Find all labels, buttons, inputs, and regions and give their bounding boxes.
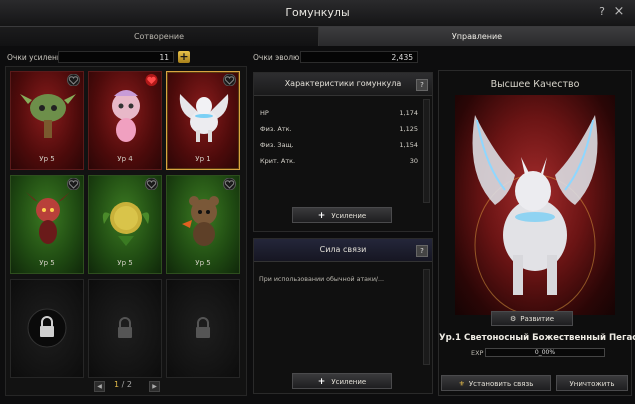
pegasus-icon (174, 84, 234, 146)
locked-slot[interactable] (10, 279, 84, 378)
evolution-points-value: 2,435 (300, 51, 418, 63)
stat-row-phys-atk: Физ. Атк. 1,125 (260, 125, 418, 137)
slot-level: Ур 4 (117, 155, 133, 163)
pager: ◀ 1 / 2 ▶ (6, 379, 246, 393)
homunculus-slot[interactable]: Ур 4 (88, 71, 162, 170)
set-bond-label: Установить связь (468, 380, 534, 388)
treant-icon (18, 84, 78, 146)
lock-icon (115, 316, 135, 341)
slot-level: Ур 5 (39, 155, 55, 163)
favorite-filled-icon[interactable] (145, 74, 158, 86)
stat-value: 1,125 (399, 125, 418, 133)
lock-icon (193, 316, 213, 341)
stats-panel: Характеристики гомункула ? HP 1,174 Физ.… (253, 72, 433, 232)
seed-icon (96, 188, 156, 250)
stat-value: 1,174 (399, 109, 418, 117)
bond-description: При использовании обычной атаки/... (259, 276, 385, 283)
next-page-button[interactable]: ▶ (149, 381, 160, 392)
bond-enhance-label: Усиление (331, 378, 367, 386)
stats-enhance-label: Усиление (331, 212, 367, 220)
homunculus-slot[interactable]: Ур 5 (166, 175, 240, 274)
homunculus-list-panel: Ур 5 Ур 4 Ур 1 Ур 5 Ур 5 Ур 5 ◀ 1 / 2 ▶ (5, 66, 247, 396)
favorite-icon[interactable] (67, 73, 80, 87)
tab-creation[interactable]: Сотворение (0, 27, 319, 46)
bond-icon: ⚜ (458, 380, 465, 388)
exp-bar: 0_00% (485, 348, 605, 357)
exp-label: EXP (471, 349, 484, 357)
slot-level: Ур 1 (195, 155, 211, 163)
evolve-button[interactable]: ⚙ Развитие (491, 311, 573, 326)
homunculus-name: Ур.1 Светоносный Божественный Пегас (439, 333, 635, 343)
stat-row-phys-def: Физ. Защ. 1,154 (260, 141, 418, 153)
slot-level: Ур 5 (39, 259, 55, 267)
stat-label: Крит. Атк. (260, 157, 296, 165)
stats-panel-header: Характеристики гомункула ? (254, 73, 432, 96)
evolve-gear-icon: ⚙ (509, 315, 517, 323)
locked-slot[interactable] (88, 279, 162, 378)
slot-level: Ур 5 (195, 259, 211, 267)
stat-row-crit-atk: Крит. Атк. 30 (260, 157, 418, 169)
bond-panel-title: Сила связи (319, 245, 367, 254)
homunculus-slot[interactable]: Ур 5 (88, 175, 162, 274)
total-pages: 2 (126, 380, 132, 389)
bear-icon (174, 188, 234, 250)
stat-label: Физ. Защ. (260, 141, 294, 149)
favorite-icon[interactable] (145, 177, 158, 191)
close-button[interactable]: × (612, 4, 626, 20)
homunculus-slot[interactable]: Ур 5 (10, 175, 84, 274)
locked-slot[interactable] (166, 279, 240, 378)
exp-value: 0_00% (534, 349, 556, 356)
page-separator: / (121, 380, 125, 389)
stat-row-hp: HP 1,174 (260, 109, 418, 121)
stats-help-button[interactable]: ? (416, 79, 428, 91)
homunculus-slot[interactable]: Ур 1 (166, 71, 240, 170)
stat-label: Физ. Атк. (260, 125, 292, 133)
set-bond-button[interactable]: ⚜ Установить связь (441, 375, 551, 391)
window-title: Гомункулы (285, 6, 350, 19)
fairy-icon (96, 84, 156, 146)
homunculus-preview (455, 95, 615, 316)
slot-level: Ур 5 (117, 259, 133, 267)
bond-help-button[interactable]: ? (416, 245, 428, 257)
tab-management[interactable]: Управление (319, 27, 635, 46)
evolve-label: Развитие (520, 315, 555, 323)
destroy-label: Уничтожить (569, 380, 615, 388)
imp-icon (18, 188, 78, 250)
quality-label: Высшее Качество (490, 79, 580, 90)
stats-panel-title: Характеристики гомункула (284, 79, 402, 88)
stat-value: 1,154 (399, 141, 418, 149)
favorite-icon[interactable] (223, 177, 236, 191)
enhance-points-value: 11 (58, 51, 174, 63)
favorite-icon[interactable] (223, 73, 236, 87)
homunculus-detail-panel: Высшее Качество ⚙ Развитие Ур.1 Светоносн… (438, 70, 635, 396)
lock-icon (27, 308, 67, 350)
bond-enhance-button[interactable]: + Усиление (292, 373, 392, 389)
help-button[interactable]: ? (596, 5, 608, 19)
bond-scrollbar[interactable] (423, 269, 430, 365)
stats-scrollbar[interactable] (423, 99, 430, 203)
bond-panel-header: Сила связи ? (254, 239, 432, 262)
stat-value: 30 (409, 157, 418, 165)
homunculus-slot[interactable]: Ур 5 (10, 71, 84, 170)
favorite-icon[interactable] (67, 177, 80, 191)
bond-panel: Сила связи ? При использовании обычной а… (253, 238, 433, 394)
stat-label: HP (260, 109, 269, 117)
prev-page-button[interactable]: ◀ (94, 381, 105, 392)
pegasus-illustration (472, 115, 598, 316)
destroy-button[interactable]: Уничтожить (556, 375, 628, 391)
stats-enhance-button[interactable]: + Усиление (292, 207, 392, 223)
add-enhance-points-button[interactable]: + (178, 51, 190, 63)
current-page: 1 (114, 380, 120, 389)
